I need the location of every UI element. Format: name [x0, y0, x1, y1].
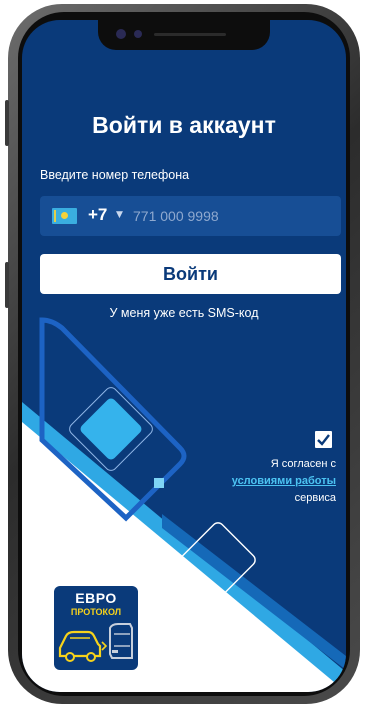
logo-title: ЕВРО — [75, 590, 117, 606]
consent-line: Я согласен с — [270, 458, 336, 470]
phone-notch — [98, 20, 270, 50]
phone-screen: Войти в аккаунт Введите номер телефона +… — [22, 20, 346, 692]
logo-subtitle: ПРОТОКОЛ — [70, 607, 122, 617]
page-title: Войти в аккаунт — [92, 112, 276, 138]
consent-checkbox[interactable] — [315, 431, 332, 448]
volume-down-button — [5, 262, 9, 308]
chevron-down-icon[interactable]: ▼ — [116, 210, 123, 220]
terms-link[interactable]: условиями работы — [232, 473, 336, 490]
phone-input[interactable] — [133, 204, 329, 228]
sms-code-link[interactable]: У меня уже есть SMS-код — [22, 306, 346, 320]
sensor-icon — [134, 30, 142, 38]
login-screen: Войти в аккаунт Введите номер телефона +… — [22, 20, 346, 692]
consent-text: Я согласен с условиями работы сервиса — [232, 456, 336, 507]
speaker-grille — [154, 33, 226, 36]
volume-up-button — [5, 100, 9, 146]
euro-protocol-logo: ЕВРО ПРОТОКОЛ — [54, 586, 138, 670]
checkmark-icon — [317, 434, 330, 446]
collision-cars-icon — [58, 623, 133, 662]
country-code[interactable]: +7 — [88, 205, 107, 225]
phone-field[interactable]: +7 ▼ — [40, 196, 341, 236]
consent-line-end: сервиса — [294, 492, 336, 504]
phone-label: Введите номер телефона — [40, 168, 190, 182]
kazakhstan-flag-icon[interactable] — [52, 208, 77, 224]
front-camera-icon — [116, 29, 126, 39]
login-button[interactable]: Войти — [40, 254, 341, 294]
